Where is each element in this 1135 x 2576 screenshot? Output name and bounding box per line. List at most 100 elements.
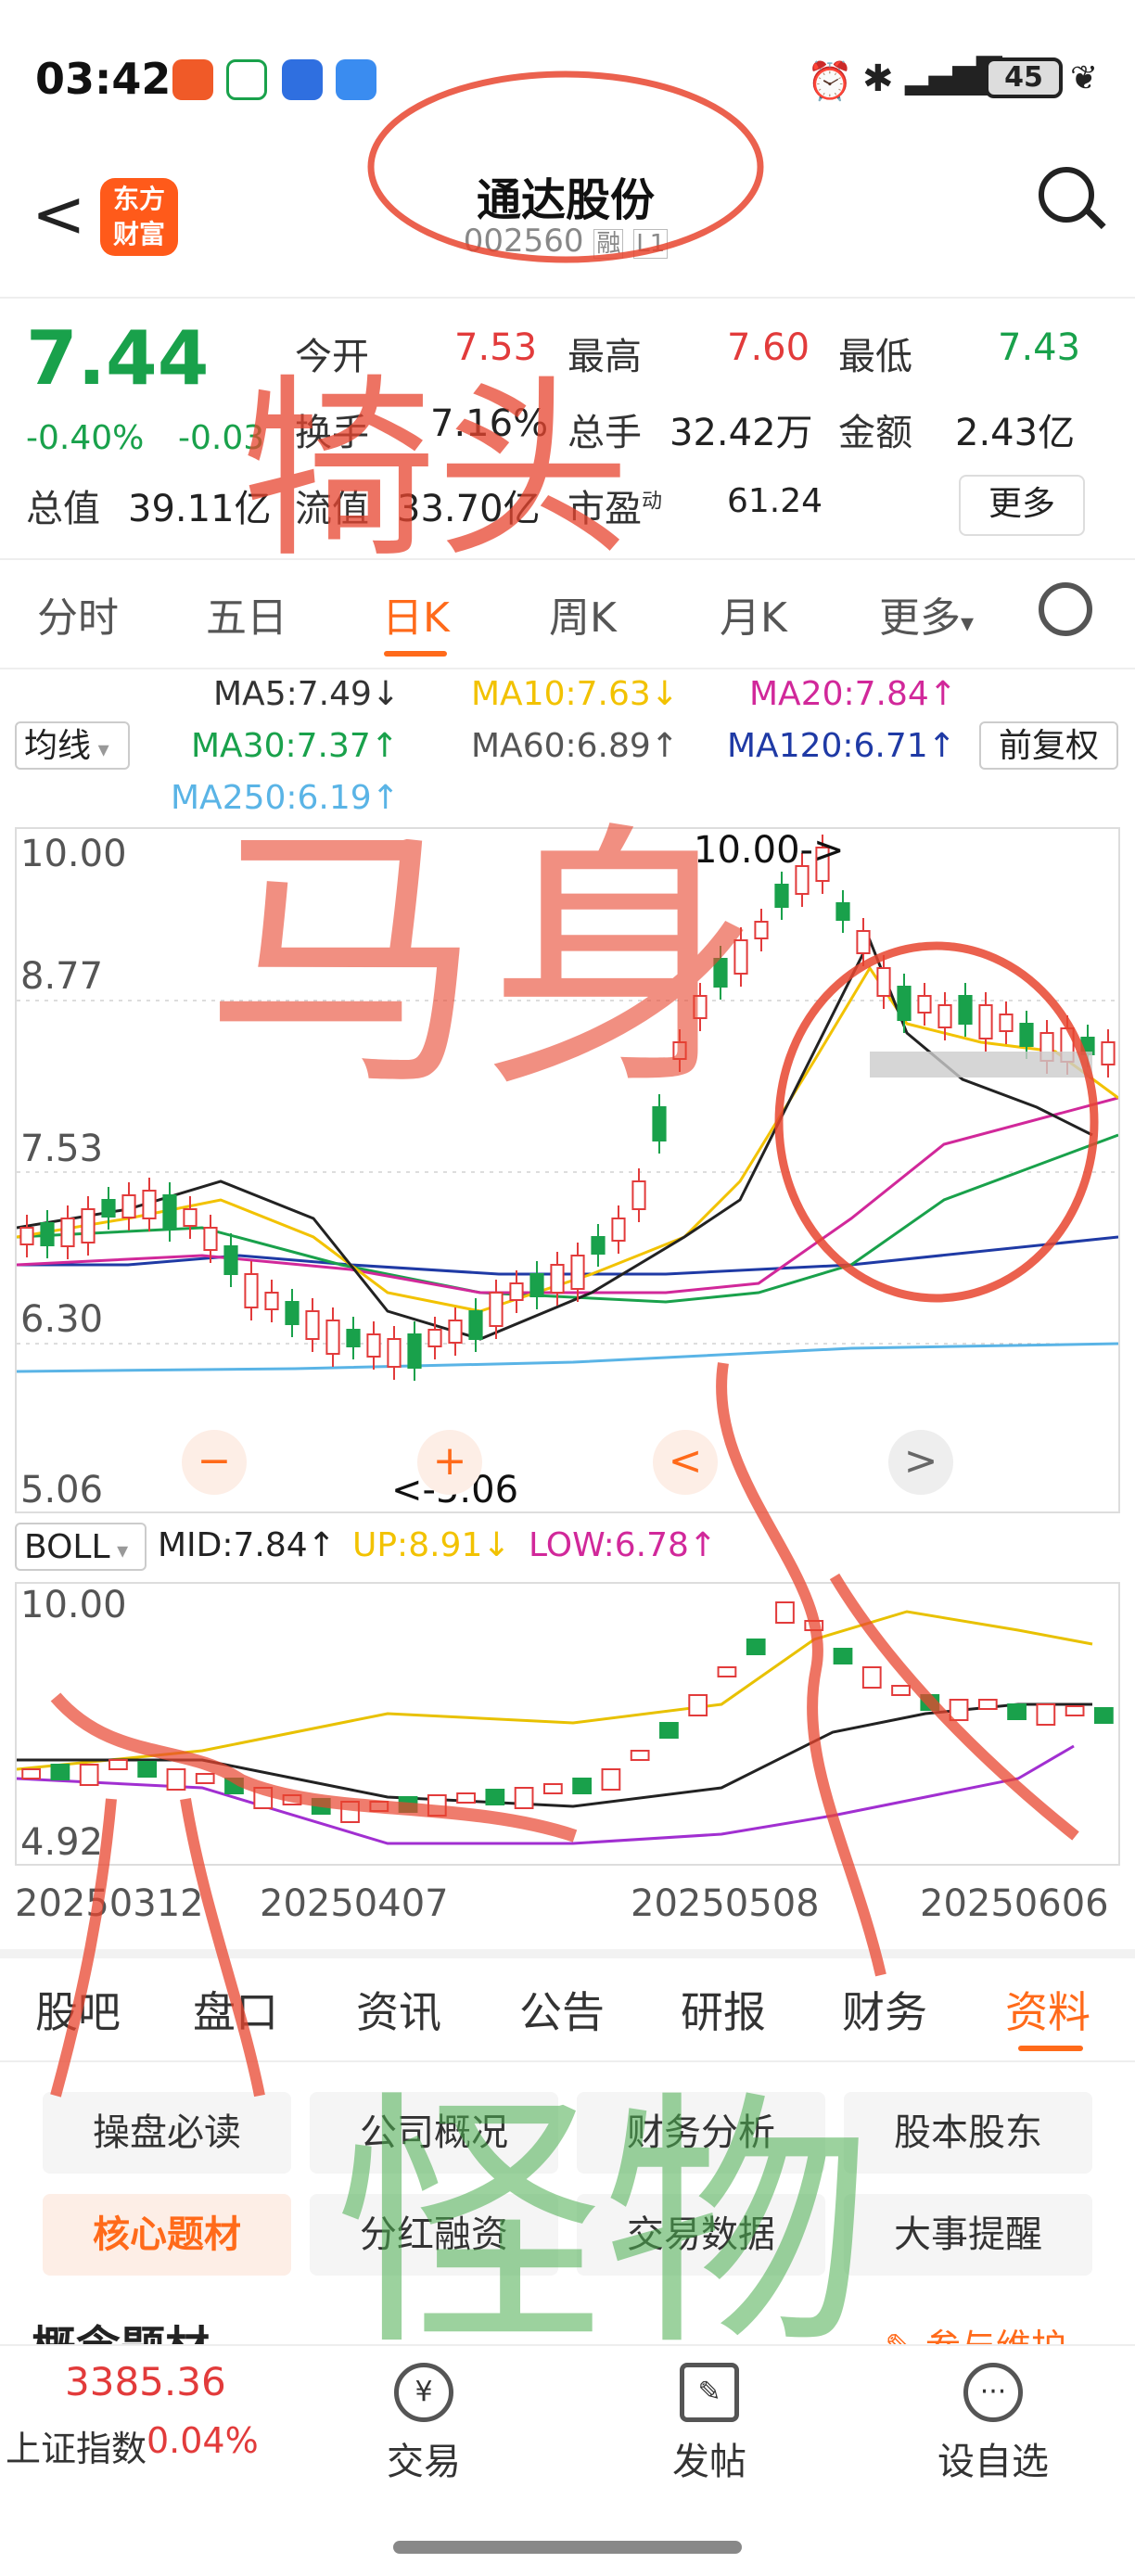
tab-finance[interactable]: 财务 bbox=[842, 1979, 927, 2040]
candle bbox=[142, 1190, 157, 1219]
candle bbox=[244, 1273, 259, 1308]
candle bbox=[427, 1329, 442, 1347]
candle bbox=[917, 995, 932, 1014]
tab-weekly-k[interactable]: 周K bbox=[549, 584, 617, 644]
tab-orderbook[interactable]: 盘口 bbox=[193, 1979, 278, 2040]
candle bbox=[137, 1761, 158, 1778]
kline-svg bbox=[17, 835, 1118, 1381]
boll-chart[interactable]: 10.00 4.92 bbox=[15, 1582, 1120, 1866]
candle bbox=[223, 1245, 238, 1275]
post-button[interactable]: ✎ 发帖 bbox=[640, 2363, 779, 2485]
current-price: 7.44 bbox=[26, 315, 210, 402]
ytick: 4.92 bbox=[20, 1821, 104, 1864]
tab-research[interactable]: 研报 bbox=[681, 1979, 766, 2040]
chip-trading-data[interactable]: 交易数据 bbox=[577, 2194, 825, 2276]
low-value: 7.43 bbox=[998, 326, 1081, 369]
handwriting-text: 犄头 bbox=[241, 357, 631, 584]
candle bbox=[746, 1639, 766, 1655]
market-cap-label: 总值 bbox=[26, 488, 100, 530]
market-cap-value: 39.11亿 bbox=[128, 488, 272, 530]
tab-news[interactable]: 资讯 bbox=[356, 1979, 441, 2040]
back-button[interactable]: < bbox=[32, 182, 86, 247]
chip-financial-analysis[interactable]: 财务分析 bbox=[577, 2092, 825, 2174]
candle bbox=[50, 1764, 70, 1780]
date-label: 20250606 bbox=[920, 1882, 1109, 1925]
ytick: 7.53 bbox=[20, 1128, 104, 1170]
search-icon[interactable] bbox=[1039, 167, 1094, 223]
chip-shareholders[interactable]: 股本股东 bbox=[844, 2092, 1092, 2174]
candle bbox=[977, 1699, 998, 1710]
stock-code-row: 002560 融 L1 bbox=[371, 223, 760, 260]
pe-label: 市盈动 bbox=[568, 488, 663, 530]
tab-monthly-k[interactable]: 月K bbox=[720, 584, 787, 644]
overlay-bar bbox=[870, 1052, 1092, 1078]
gear-icon[interactable] bbox=[1039, 582, 1092, 636]
index-name[interactable]: 上证指数 bbox=[6, 2420, 147, 2471]
pe-sup: 动 bbox=[642, 490, 663, 514]
low-label: 最低 bbox=[838, 336, 912, 378]
edit-icon: ✎ bbox=[680, 2363, 739, 2422]
chip-dividends[interactable]: 分红融资 bbox=[310, 2194, 558, 2276]
index-value[interactable]: 3385.36 bbox=[65, 2359, 226, 2404]
tab-forum[interactable]: 股吧 bbox=[35, 1979, 121, 2040]
chip-core-themes[interactable]: 核心题材 bbox=[43, 2194, 291, 2276]
candle bbox=[570, 1255, 585, 1290]
bank-notification-icon bbox=[226, 59, 267, 100]
candle bbox=[754, 921, 769, 939]
candle bbox=[253, 1787, 274, 1809]
divider bbox=[0, 2060, 1135, 2062]
status-time: 03:42 bbox=[35, 54, 172, 104]
candle bbox=[601, 1768, 621, 1791]
kline-chart[interactable]: 10.00 8.77 7.53 6.30 5.06 10.00-> <-5.06… bbox=[15, 827, 1120, 1513]
zoom-out-button[interactable]: − bbox=[182, 1430, 247, 1495]
tab-profile[interactable]: 资料 bbox=[1005, 1979, 1090, 2040]
zoom-in-button[interactable]: + bbox=[417, 1430, 482, 1495]
tab-5day[interactable]: 五日 bbox=[206, 584, 287, 644]
active-tab-underline bbox=[1018, 2046, 1083, 2051]
candle bbox=[121, 1194, 136, 1218]
ytick: 10.00 bbox=[20, 1584, 127, 1626]
tab-daily-k[interactable]: 日K bbox=[382, 584, 450, 644]
candle bbox=[369, 1801, 389, 1812]
candle bbox=[958, 995, 973, 1025]
more-quote-button[interactable]: 更多 bbox=[959, 475, 1085, 536]
candle bbox=[366, 1333, 381, 1358]
trade-button[interactable]: ¥ 交易 bbox=[354, 2363, 493, 2485]
ma20-label: MA20:7.84↑ bbox=[749, 675, 957, 713]
volume-label: 总手 bbox=[568, 412, 642, 454]
scroll-left-button[interactable]: < bbox=[653, 1430, 718, 1495]
home-indicator[interactable] bbox=[393, 2541, 742, 2554]
add-watchlist-button[interactable]: ··· 设自选 bbox=[924, 2363, 1063, 2485]
chip-trading-guide[interactable]: 操盘必读 bbox=[43, 2092, 291, 2174]
scroll-right-button[interactable]: > bbox=[888, 1430, 953, 1495]
ytick: 5.06 bbox=[20, 1469, 104, 1511]
candle bbox=[264, 1292, 279, 1310]
candle bbox=[631, 1180, 646, 1210]
candle bbox=[285, 1301, 300, 1325]
amount-value: 2.43亿 bbox=[955, 412, 1076, 454]
maintain-link[interactable]: ✎ 参与维护 bbox=[885, 2318, 1066, 2344]
indicator-selector[interactable]: 均线 ▾ bbox=[15, 721, 130, 770]
chip-events[interactable]: 大事提醒 bbox=[844, 2194, 1092, 2276]
more-dots-icon: ··· bbox=[963, 2363, 1023, 2422]
date-label: 20250508 bbox=[631, 1882, 820, 1925]
candle bbox=[856, 930, 871, 954]
tab-more[interactable]: 更多▾ bbox=[879, 584, 974, 644]
candle bbox=[835, 902, 850, 921]
candle bbox=[311, 1798, 331, 1815]
tab-announcements[interactable]: 公告 bbox=[519, 1979, 605, 2040]
candle bbox=[509, 1282, 524, 1301]
adjust-mode-button[interactable]: 前复权 bbox=[979, 721, 1118, 770]
chip-company-overview[interactable]: 公司概况 bbox=[310, 2092, 558, 2174]
candle bbox=[672, 1041, 687, 1060]
candle bbox=[166, 1768, 186, 1791]
candle bbox=[108, 1759, 128, 1770]
candle bbox=[398, 1796, 418, 1813]
boll-selector[interactable]: BOLL ▾ bbox=[15, 1523, 147, 1571]
candle bbox=[733, 939, 748, 975]
ma120-label: MA120:6.71↑ bbox=[727, 727, 956, 765]
candle bbox=[1036, 1703, 1056, 1726]
tab-intraday[interactable]: 分时 bbox=[37, 584, 119, 644]
high-label: 最高 bbox=[568, 336, 642, 378]
candle bbox=[325, 1320, 340, 1355]
